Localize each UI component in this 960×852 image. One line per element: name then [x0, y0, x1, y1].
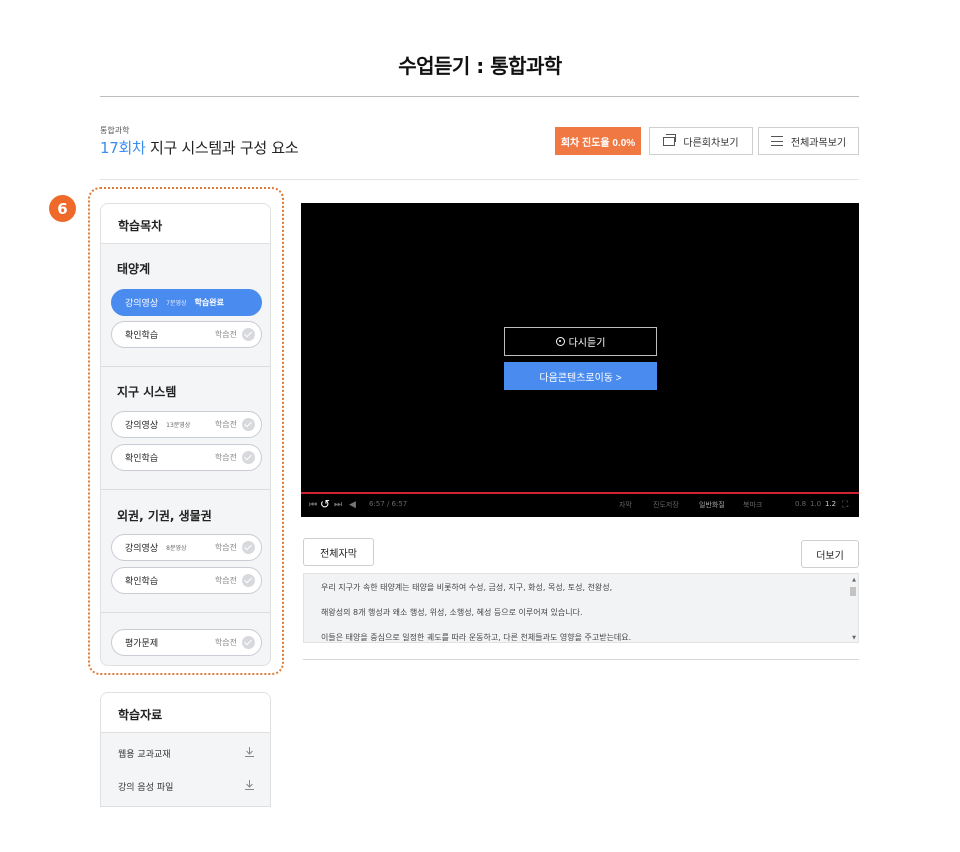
- scroll-thumb[interactable]: [850, 587, 856, 596]
- toc-section-divider: [101, 489, 270, 490]
- transcript-scrollbar[interactable]: ▲ ▼: [848, 574, 858, 642]
- volume-icon[interactable]: ◀: [349, 500, 356, 510]
- toc-item-evaluation[interactable]: 평가문제 학습전: [111, 629, 262, 656]
- quality-selector[interactable]: 일반화질: [699, 500, 725, 510]
- check-circle-icon: [242, 451, 255, 464]
- toc-item-check-quiz[interactable]: 확인학습 학습전: [111, 444, 262, 471]
- toc-item-status: 학습전: [214, 543, 237, 552]
- session-progress-button[interactable]: 회차 진도율 0.0%: [555, 127, 641, 155]
- transcript-line: 우리 지구가 속한 태양계는 태양을 비롯하여 수성, 금성, 지구, 화성, …: [321, 583, 613, 592]
- header-divider: [100, 96, 859, 97]
- toc-section-divider: [101, 366, 270, 367]
- transcript-line: 이들은 태양을 중심으로 일정한 궤도를 따라 운동하고, 다른 천체들과도 영…: [321, 633, 632, 642]
- rewind-icon[interactable]: ↺: [320, 497, 330, 511]
- lesson-title: 17회차 지구 시스템과 구성 요소: [100, 137, 299, 158]
- toc-item-label: 확인학습: [125, 331, 159, 341]
- video-time: 6:57 / 6:57: [369, 500, 408, 508]
- transcript-box[interactable]: 우리 지구가 속한 태양계는 태양을 비롯하여 수성, 금성, 지구, 화성, …: [303, 573, 859, 643]
- toc-item-label: 강의영상: [125, 421, 159, 431]
- material-item-audio[interactable]: 강의 음성 파일: [101, 771, 270, 801]
- toc-item-lecture-video[interactable]: 강의영상 13분영상 학습전: [111, 411, 262, 438]
- speed-option[interactable]: 1.0: [810, 500, 821, 508]
- material-item-textbook[interactable]: 웹용 교과교재: [101, 738, 270, 768]
- skip-forward-icon[interactable]: ⏭: [334, 500, 342, 510]
- full-subtitle-button[interactable]: 전체자막: [303, 538, 374, 566]
- toc-item-label: 평가문제: [125, 639, 159, 649]
- toc-section-divider: [101, 612, 270, 613]
- speed-option[interactable]: 0.8: [795, 500, 806, 508]
- learning-toc-panel: 학습목차 태양계 강의영상 7분영상 학습완료 확인학습 학습전 지구 시스템 …: [100, 203, 271, 666]
- toc-item-duration: 8분영상: [166, 545, 187, 552]
- toc-item-status: 학습전: [214, 453, 237, 462]
- bookmark-button[interactable]: 북마크: [743, 500, 762, 510]
- all-subjects-label: 전체과목보기: [790, 137, 847, 149]
- materials-title: 학습자료: [101, 693, 270, 733]
- toc-item-status: 학습전: [214, 638, 237, 647]
- other-sessions-label: 다른회차보기: [683, 137, 739, 149]
- copy-window-icon: [663, 133, 677, 146]
- replay-icon: [555, 337, 565, 346]
- fullscreen-icon[interactable]: ⛶: [842, 500, 848, 510]
- subject-label: 통합과학: [100, 126, 130, 135]
- toc-item-label: 강의영상: [125, 299, 159, 309]
- other-sessions-button[interactable]: 다른회차보기: [649, 127, 753, 155]
- toc-item-check-quiz[interactable]: 확인학습 학습전: [111, 321, 262, 348]
- lesson-number: 17회차: [100, 139, 146, 157]
- video-progress-bar[interactable]: [301, 492, 859, 494]
- toc-section-title: 지구 시스템: [117, 385, 177, 399]
- check-circle-icon: [242, 574, 255, 587]
- progress-save-button[interactable]: 진도저장: [653, 500, 679, 510]
- replay-label: 다시듣기: [568, 338, 606, 349]
- download-icon[interactable]: [244, 779, 255, 791]
- subtitle-toggle[interactable]: 자막: [619, 500, 632, 510]
- download-icon[interactable]: [244, 746, 255, 758]
- scroll-down-icon[interactable]: ▼: [852, 635, 856, 641]
- toc-section-title: 외권, 기권, 생물권: [117, 509, 212, 523]
- toc-item-lecture-video[interactable]: 강의영상 7분영상 학습완료: [111, 289, 262, 316]
- check-circle-icon: [242, 328, 255, 341]
- transcript-line: 해왕성의 8개 행성과 왜소 행성, 위성, 소행성, 혜성 등으로 이루어져 …: [321, 608, 583, 617]
- toc-item-duration: 7분영상: [166, 300, 187, 307]
- video-player[interactable]: 다시듣기 다음콘텐츠로이동 > ⏮ ↺ ⏭ ◀ 6:57 / 6:57 자막 진…: [301, 203, 859, 517]
- material-label: 강의 음성 파일: [118, 783, 174, 793]
- next-content-button[interactable]: 다음콘텐츠로이동 >: [504, 362, 657, 390]
- check-circle-icon: [242, 418, 255, 431]
- toc-item-status: 학습전: [214, 576, 237, 585]
- skip-back-icon[interactable]: ⏮: [309, 500, 317, 510]
- replay-button[interactable]: 다시듣기: [504, 327, 657, 356]
- step-number-badge: 6: [49, 195, 76, 222]
- check-circle-icon: [242, 541, 255, 554]
- toc-item-label: 확인학습: [125, 577, 159, 587]
- page-title: 수업듣기 : 통합과학: [398, 54, 562, 78]
- speed-option-selected[interactable]: 1.2: [825, 500, 836, 508]
- toc-item-lecture-video[interactable]: 강의영상 8분영상 학습전: [111, 534, 262, 561]
- learning-materials-panel: 학습자료 웹용 교과교재 강의 음성 파일: [100, 692, 271, 807]
- toc-item-status: 학습전: [214, 330, 237, 339]
- toc-item-check-quiz[interactable]: 확인학습 학습전: [111, 567, 262, 594]
- check-circle-icon: [242, 636, 255, 649]
- scroll-up-icon[interactable]: ▲: [852, 577, 856, 583]
- toc-item-duration: 13분영상: [166, 422, 191, 429]
- section-divider: [100, 179, 859, 180]
- toc-section-title: 태양계: [117, 262, 151, 276]
- more-button[interactable]: 더보기: [801, 540, 859, 568]
- toc-item-status: 학습완료: [194, 298, 224, 307]
- material-label: 웹용 교과교재: [118, 750, 171, 760]
- all-subjects-button[interactable]: 전체과목보기: [758, 127, 859, 155]
- toc-title: 학습목차: [101, 204, 270, 244]
- toc-item-status: 학습전: [214, 420, 237, 429]
- content-divider: [303, 659, 859, 660]
- lesson-name: 지구 시스템과 구성 요소: [149, 139, 299, 157]
- list-icon: [770, 136, 783, 146]
- toc-item-label: 강의영상: [125, 544, 159, 554]
- toc-item-label: 확인학습: [125, 454, 159, 464]
